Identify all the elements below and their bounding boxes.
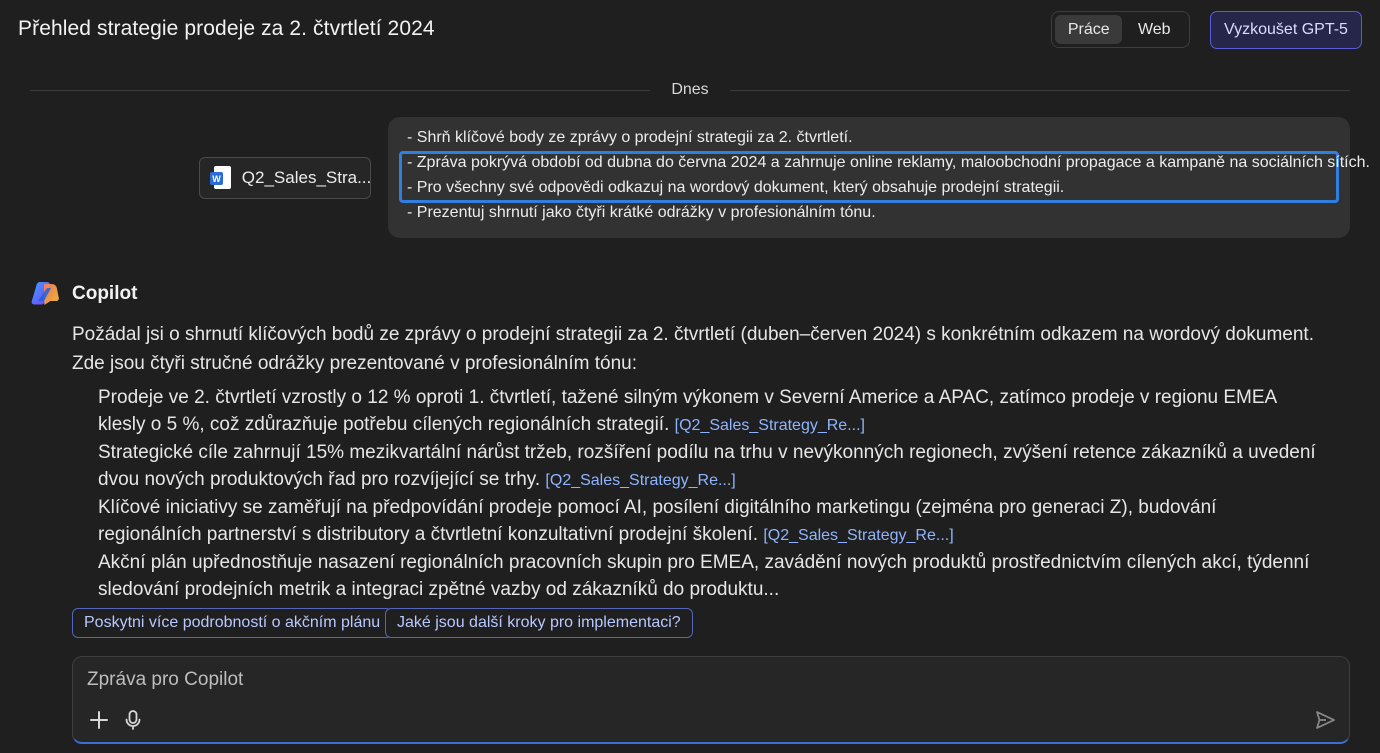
header-bar: Přehled strategie prodeje za 2. čtvrtlet…	[0, 0, 1380, 60]
user-message-line: - Shrň klíčové body ze zprávy o prodejní…	[407, 129, 853, 146]
send-icon[interactable]	[1313, 708, 1337, 732]
date-divider: Dnes	[30, 80, 1350, 102]
answer-bullet: Prodeje ve 2. čtvrtletí vzrostly o 12 % …	[98, 384, 1318, 439]
mode-toggle[interactable]: Práce Web	[1051, 11, 1190, 48]
answer-bullet: Klíčové iniciativy se zaměřují na předpo…	[98, 494, 1318, 549]
answer-bullet-text: Akční plán upřednostňuje nasazení region…	[98, 552, 1310, 600]
citation-link[interactable]: [Q2_Sales_Strategy_Re...]	[675, 417, 865, 434]
citation-link[interactable]: [Q2_Sales_Strategy_Re...]	[545, 472, 735, 489]
assistant-header: Copilot	[30, 279, 137, 309]
suggestion-chip-action-plan[interactable]: Poskytni více podrobností o akčním plánu	[72, 608, 393, 638]
page-title: Přehled strategie prodeje za 2. čtvrtlet…	[18, 17, 435, 40]
user-message-bubble: - Shrň klíčové body ze zprávy o prodejní…	[388, 117, 1370, 238]
answer-bullet: Strategické cíle zahrnují 15% mezikvartá…	[98, 439, 1318, 494]
mode-work-button[interactable]: Práce	[1055, 15, 1123, 44]
assistant-name: Copilot	[72, 283, 138, 304]
user-message-line: - Prezentuj shrnutí jako čtyři krátké od…	[407, 204, 876, 221]
answer-bullet-text: Klíčové iniciativy se zaměřují na předpo…	[98, 497, 1217, 545]
copilot-logo-icon	[30, 279, 60, 309]
word-document-icon: W	[210, 166, 232, 190]
microphone-icon[interactable]	[121, 708, 145, 732]
attachment-name: Q2_Sales_Stra...	[241, 168, 370, 187]
message-input[interactable]	[87, 667, 1287, 693]
plus-icon[interactable]	[87, 708, 111, 732]
assistant-intro-text: Požádal jsi o shrnutí klíčových bodů ze …	[72, 324, 1314, 374]
user-message-line: - Pro všechny své odpovědi odkazuj na wo…	[407, 179, 1065, 196]
attachment-chip[interactable]: W Q2_Sales_Stra...	[199, 157, 371, 199]
try-gpt5-button[interactable]: Vyzkoušet GPT-5	[1210, 11, 1362, 49]
message-composer	[72, 656, 1350, 744]
date-divider-label: Dnes	[671, 81, 709, 98]
mode-web-button[interactable]: Web	[1122, 15, 1186, 44]
suggestion-chip-next-steps[interactable]: Jaké jsou další kroky pro implementaci?	[385, 608, 693, 638]
answer-bullet: Akční plán upřednostňuje nasazení region…	[98, 549, 1318, 603]
divider-line-left	[30, 90, 650, 91]
citation-link[interactable]: [Q2_Sales_Strategy_Re...]	[763, 527, 953, 544]
user-message-line: - Zpráva pokrývá období od dubna do červ…	[407, 154, 1370, 171]
divider-line-right	[730, 90, 1350, 91]
